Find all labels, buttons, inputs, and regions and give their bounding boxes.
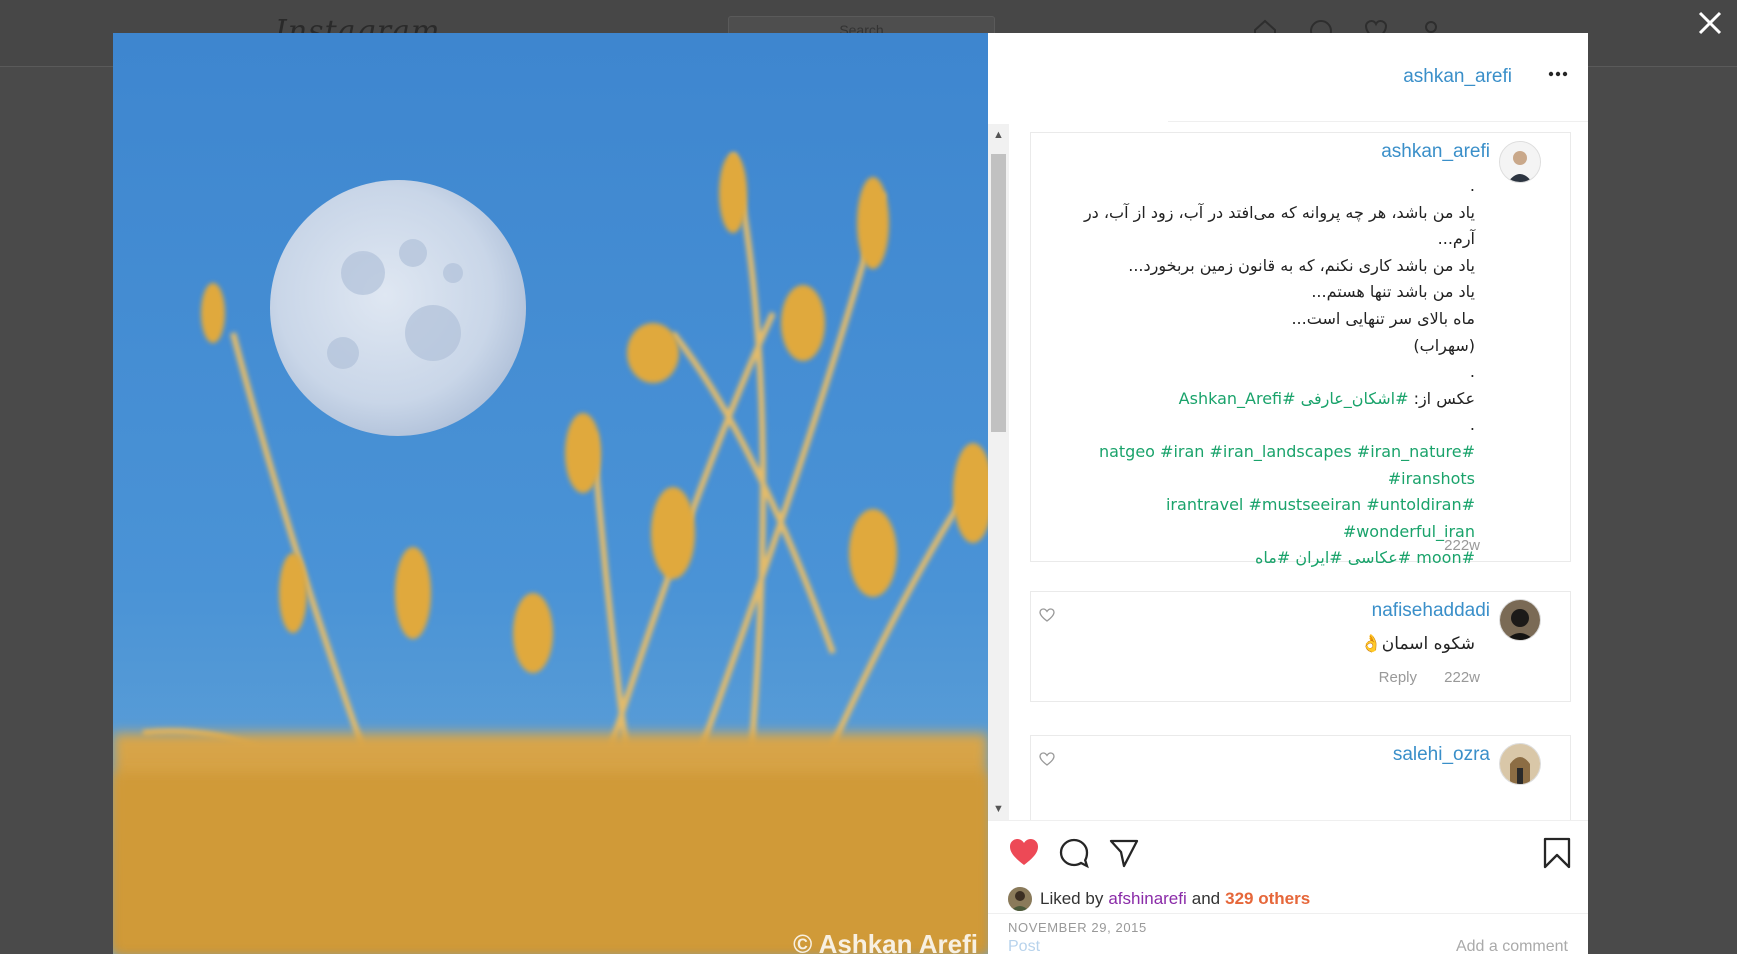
reply-button[interactable]: Reply: [1379, 669, 1417, 686]
photo-credit-hashtags[interactable]: #اشکان_عارفی #Ashkan_Arefi: [1179, 389, 1409, 408]
avatar[interactable]: [1499, 599, 1541, 641]
comment-card: nafisehaddadi شکوه اسمان👌 Reply 222w: [1030, 591, 1571, 702]
add-comment-bar: Post Add a comment: [988, 913, 1588, 954]
post-sidebar: ashkan_arefi ▲ ▼ ashkan_arefi . یاد من ب…: [988, 33, 1588, 954]
caption-dot: .: [1469, 415, 1475, 435]
comment-card: salehi_ozra: [1030, 735, 1571, 820]
liked-by-others[interactable]: 329 others: [1225, 889, 1310, 909]
caption-line: (سهراب): [1413, 335, 1475, 355]
caption-line: یاد من باشد کاری نکنم، که به قانون زمین …: [1128, 255, 1475, 275]
post-comment-button[interactable]: Post: [1008, 938, 1040, 954]
caption-card: ashkan_arefi . یاد من باشد، هر چه پروانه…: [1030, 132, 1571, 567]
comment-username[interactable]: salehi_ozra: [1393, 744, 1490, 766]
like-heart-icon[interactable]: [1008, 837, 1040, 867]
comment-like-heart-icon[interactable]: [1039, 752, 1055, 766]
hashtags-line[interactable]: #irantravel #mustseeiran #untoldiran #wo…: [1055, 492, 1475, 545]
comment-like-heart-icon[interactable]: [1039, 608, 1055, 622]
photo-credit-label: عکس از:: [1413, 388, 1475, 408]
liked-by-label: Liked by: [1040, 889, 1104, 908]
caption-line: .: [1469, 176, 1475, 195]
caption-time: 222w: [1444, 537, 1480, 554]
caption-line: .: [1469, 362, 1475, 382]
more-options-icon[interactable]: [1548, 71, 1568, 77]
liked-by-and: and: [1191, 889, 1221, 908]
scrollbar-thumb[interactable]: [991, 154, 1006, 432]
caption-username[interactable]: ashkan_arefi: [1381, 141, 1490, 163]
close-icon[interactable]: [1697, 10, 1723, 36]
post-modal: © Ashkan Arefi ashkan_arefi ▲ ▼ ashkan_a…: [113, 33, 1588, 954]
bookmark-icon[interactable]: [1543, 837, 1571, 869]
hashtags-line[interactable]: #moon #عکاسی #ایران #ماه: [1055, 545, 1475, 572]
liked-by-user[interactable]: afshinarefi: [1108, 889, 1186, 909]
moon: [270, 180, 526, 436]
comment-bubble-icon[interactable]: [1058, 837, 1090, 869]
post-owner-username[interactable]: ashkan_arefi: [1403, 66, 1512, 88]
comment-text: شکوه اسمان👌: [1360, 634, 1475, 654]
caption-line: ماه بالای سر تنهایی است...: [1291, 308, 1475, 328]
photo-credit: عکس از: #اشکان_عارفی #Ashkan_Arefi: [1055, 386, 1475, 413]
comments-scroll-area[interactable]: ▲ ▼ ashkan_arefi . یاد من باشد، هر چه پر…: [988, 124, 1588, 820]
comment-time: 222w: [1444, 669, 1480, 686]
share-send-icon[interactable]: [1108, 837, 1140, 869]
caption-text: . یاد من باشد، هر چه پروانه که می‌افتد د…: [1055, 173, 1475, 572]
caption-line: یاد من باشد، هر چه پروانه که می‌افتد در …: [1083, 202, 1475, 249]
scrollbar[interactable]: ▲ ▼: [988, 124, 1009, 820]
add-comment-input[interactable]: Add a comment: [1456, 938, 1568, 954]
photo-watermark: © Ashkan Arefi: [793, 929, 978, 954]
header-divider: [1168, 121, 1588, 122]
comment-username[interactable]: nafisehaddadi: [1372, 600, 1490, 622]
caption-line: یاد من باشد تنها هستم...: [1311, 282, 1475, 302]
post-header: ashkan_arefi: [988, 33, 1588, 121]
scroll-up-arrow-icon[interactable]: ▲: [988, 126, 1009, 144]
scroll-down-arrow-icon[interactable]: ▼: [988, 800, 1009, 818]
avatar[interactable]: [1499, 743, 1541, 785]
avatar[interactable]: [1499, 141, 1541, 183]
post-photo: © Ashkan Arefi: [113, 33, 988, 954]
liker-avatar[interactable]: [1008, 887, 1032, 911]
likes-summary: Liked by afshinarefi and 329 others: [1008, 887, 1310, 911]
hashtags-line[interactable]: #natgeo #iran #iran_landscapes #iran_nat…: [1055, 439, 1475, 492]
